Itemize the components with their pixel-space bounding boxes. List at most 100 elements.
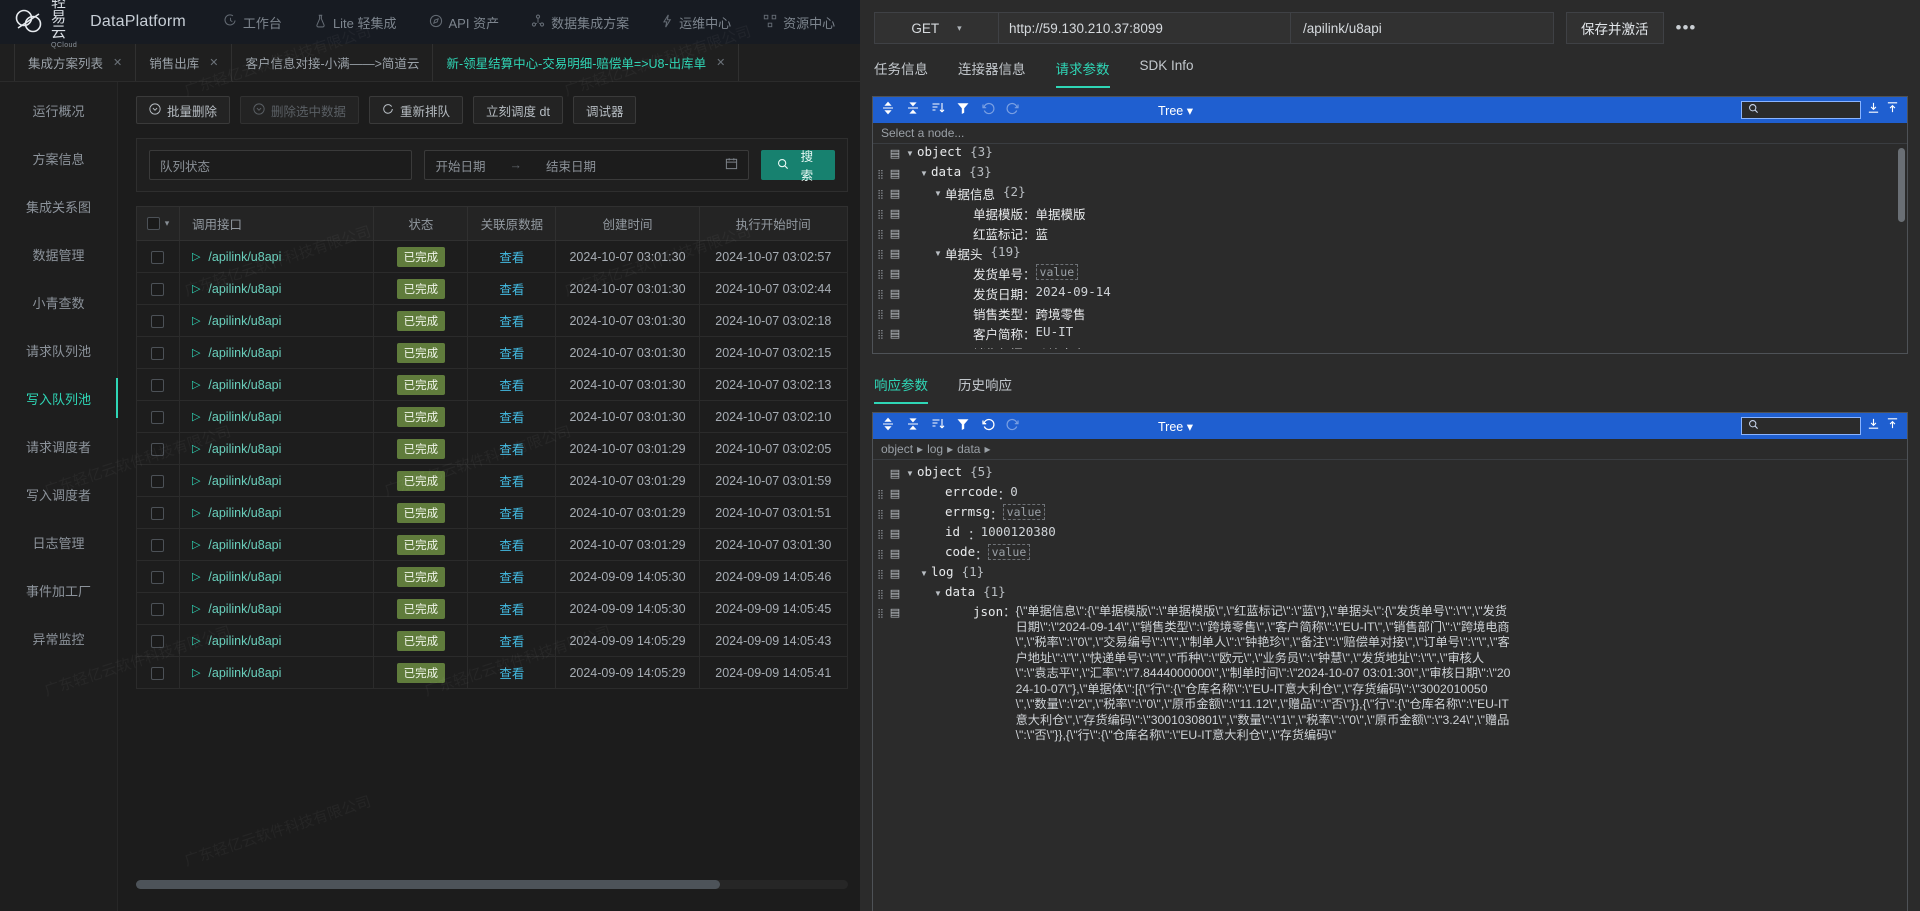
row-related-cell[interactable]: 查看 [467, 464, 557, 497]
tree-node-doc-template[interactable]: ⣿ ▤ ▼ 单据模版 ： 单据模版 [873, 204, 1907, 224]
row-checkbox[interactable] [151, 474, 165, 488]
drag-handle[interactable]: ⣿ [873, 484, 887, 504]
nav-item-workbench[interactable]: 工作台 [208, 0, 298, 44]
row-checkbox[interactable] [151, 506, 165, 520]
save-and-activate-button[interactable]: 保存并激活 [1566, 12, 1664, 44]
sidebar-item-plan-info[interactable]: 方案信息 [0, 142, 117, 174]
row-checkbox-cell[interactable] [136, 368, 180, 401]
sidebar-item-run-overview[interactable]: 运行概况 [0, 94, 117, 126]
row-checkbox[interactable] [151, 250, 165, 264]
node-toggle-icon[interactable]: ▤ [887, 564, 903, 584]
view-link[interactable]: 查看 [499, 379, 524, 393]
path-input[interactable]: /apilink/u8api [1290, 12, 1554, 44]
node-toggle-icon[interactable]: ▤ [887, 144, 903, 164]
request-tree-body[interactable]: ▤ ▼ object {3} ⣿ ▤ ▼ data {3} ⣿ ▤ ▼ 单据信息 [873, 144, 1907, 349]
table-row[interactable]: ▷ /apilink/u8api 已完成 查看 2024-10-07 03:01:… [136, 336, 849, 369]
table-row[interactable]: ▷ /apilink/u8api 已完成 查看 2024-10-07 03:01:… [136, 368, 849, 401]
column-header-api[interactable]: 调用接口 [178, 206, 375, 241]
calendar-icon[interactable] [725, 157, 738, 173]
drag-handle[interactable]: ⣿ [873, 324, 887, 344]
run-icon[interactable]: ▷ [192, 346, 200, 359]
drag-handle[interactable]: ⣿ [873, 304, 887, 324]
node-value[interactable]: 2024-09-14 [1036, 284, 1111, 299]
filter-icon[interactable] [956, 417, 970, 436]
tree-node-errcode[interactable]: ⣿ ▤ ▼ errcode ： 0 [873, 484, 1907, 504]
tree-node-shipment-date[interactable]: ⣿ ▤ ▼ 发货日期 ： 2024-09-14 [873, 284, 1907, 304]
drag-handle[interactable]: ⣿ [873, 504, 887, 524]
column-header-select[interactable]: ▾ [136, 206, 180, 241]
row-checkbox-cell[interactable] [136, 336, 180, 369]
tree-node-id[interactable]: ⣿ ▤ ▼ id ： 1000120380 [873, 524, 1907, 544]
batch-delete-button[interactable]: 批量删除 [136, 96, 231, 124]
tree-node-sales-dept[interactable]: ⣿ ▤ ▼ 销售部门 ： 跨境电商 [873, 344, 1907, 349]
drag-handle[interactable]: ⣿ [873, 164, 887, 184]
drag-handle[interactable]: ⣿ [873, 344, 887, 349]
row-checkbox-cell[interactable] [136, 464, 180, 497]
response-tree-body[interactable]: ▤ ▼ object {5} ⣿ ▤ ▼ errcode ： 0 ⣿ ▤ ▼ [873, 460, 1907, 911]
table-row[interactable]: ▷ /apilink/u8api 已完成 查看 2024-10-07 03:01:… [136, 464, 849, 497]
queue-status-select[interactable]: 队列状态 [149, 150, 413, 180]
node-value-placeholder[interactable]: value [987, 544, 1031, 560]
row-related-cell[interactable]: 查看 [467, 624, 557, 657]
chevron-down-icon[interactable]: ▼ [917, 564, 931, 584]
row-checkbox-cell[interactable] [136, 432, 180, 465]
drag-handle[interactable]: ⣿ [873, 584, 887, 604]
row-api-cell[interactable]: ▷ /apilink/u8api [178, 400, 375, 433]
node-value[interactable]: 跨境零售 [1036, 304, 1086, 323]
table-row[interactable]: ▷ /apilink/u8api 已完成 查看 2024-10-07 03:01:… [136, 272, 849, 305]
run-icon[interactable]: ▷ [192, 314, 200, 327]
column-header-status[interactable]: 状态 [373, 206, 469, 241]
row-related-cell[interactable]: 查看 [467, 656, 557, 689]
row-api-cell[interactable]: ▷ /apilink/u8api [178, 432, 375, 465]
drag-handle[interactable]: ⣿ [873, 184, 887, 204]
node-toggle-icon[interactable]: ▤ [887, 224, 903, 244]
tab-request-params[interactable]: 请求参数 [1055, 58, 1110, 88]
debugger-button[interactable]: 调试器 [572, 96, 637, 124]
node-toggle-icon[interactable]: ▤ [887, 244, 903, 264]
nav-item-data-integration-plan[interactable]: 数据集成方案 [515, 0, 645, 44]
row-api-cell[interactable]: ▷ /apilink/u8api [178, 528, 375, 561]
nav-item-operations-center[interactable]: 运维中心 [645, 0, 747, 44]
node-toggle-icon[interactable]: ▤ [887, 184, 903, 204]
close-icon[interactable]: ✕ [209, 56, 218, 69]
row-checkbox-cell[interactable] [136, 240, 180, 273]
row-related-cell[interactable]: 查看 [467, 432, 557, 465]
row-checkbox-cell[interactable] [136, 656, 180, 689]
node-toggle-icon[interactable]: ▤ [887, 584, 903, 604]
row-api-cell[interactable]: ▷ /apilink/u8api [178, 592, 375, 625]
collapse-all-icon[interactable] [906, 417, 920, 436]
row-api-cell[interactable]: ▷ /apilink/u8api [178, 496, 375, 529]
run-icon[interactable]: ▷ [192, 474, 200, 487]
node-toggle-icon[interactable]: ▤ [887, 284, 903, 304]
column-header-created-time[interactable]: 创建时间 [555, 206, 700, 241]
tree-node-doc-header[interactable]: ⣿ ▤ ▼ 单据头 {19} [873, 244, 1907, 264]
node-toggle-icon[interactable]: ▤ [887, 164, 903, 184]
select-all-checkbox[interactable] [146, 217, 160, 230]
node-toggle-icon[interactable]: ▤ [887, 344, 903, 349]
view-link[interactable]: 查看 [499, 315, 524, 329]
tree-node-object[interactable]: ▤ ▼ object {3} [873, 144, 1907, 164]
chevron-down-icon[interactable]: ▼ [931, 184, 945, 204]
row-api-cell[interactable]: ▷ /apilink/u8api [178, 560, 375, 593]
delete-selected-button[interactable]: 删除选中数据 [240, 96, 360, 124]
view-link[interactable]: 查看 [499, 411, 524, 425]
request-node-path[interactable]: Select a node... [873, 123, 1907, 144]
collapse-all-icon[interactable] [906, 101, 920, 120]
view-link[interactable]: 查看 [499, 603, 524, 617]
sidebar-item-query-assistant[interactable]: 小青查数 [0, 286, 117, 318]
row-checkbox[interactable] [151, 666, 165, 680]
tab-sales-outbound[interactable]: 销售出库 ✕ [135, 44, 233, 81]
node-toggle-icon[interactable]: ▤ [887, 464, 903, 484]
chevron-down-icon[interactable]: ▼ [917, 164, 931, 184]
row-related-cell[interactable]: 查看 [467, 272, 557, 305]
tree-node-code[interactable]: ⣿ ▤ ▼ code ： value [873, 544, 1907, 564]
sidebar-item-event-factory[interactable]: 事件加工厂 [0, 574, 117, 606]
schedule-now-button[interactable]: 立刻调度 dt [473, 96, 563, 124]
row-checkbox-cell[interactable] [136, 304, 180, 337]
chevron-down-icon[interactable]: ▾ [957, 23, 962, 34]
tab-connector-info[interactable]: 连接器信息 [958, 58, 1026, 88]
sidebar-item-data-management[interactable]: 数据管理 [0, 238, 117, 270]
tab-response-params[interactable]: 响应参数 [874, 374, 928, 404]
row-related-cell[interactable]: 查看 [467, 528, 557, 561]
tree-node-redblue-mark[interactable]: ⣿ ▤ ▼ 红蓝标记 ： 蓝 [873, 224, 1907, 244]
